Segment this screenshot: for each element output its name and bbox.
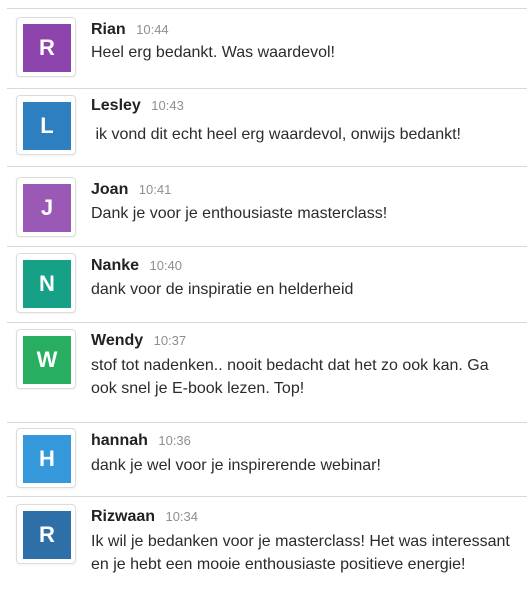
chat-message: J Joan 10:41 Dank je voor je enthousiast… — [0, 166, 531, 246]
message-time: 10:36 — [158, 433, 191, 448]
avatar: H — [16, 428, 76, 488]
message-time: 10:34 — [165, 509, 199, 524]
chat-message-list: R Rian 10:44 Heel erg bedankt. Was waard… — [0, 0, 531, 611]
message-divider — [7, 88, 527, 89]
message-divider — [7, 322, 527, 323]
chat-message: N Nanke 10:40 dank voor de inspiratie en… — [0, 246, 531, 322]
sender-name: Wendy — [91, 332, 144, 349]
avatar: L — [16, 95, 76, 155]
avatar: W — [16, 329, 76, 389]
sender-name: Lesley — [91, 97, 141, 114]
message-header: Nanke 10:40 — [91, 257, 182, 277]
chat-message: H hannah 10:36 dank je wel voor je inspi… — [0, 422, 531, 496]
message-header: hannah 10:36 — [91, 432, 191, 452]
message-time: 10:37 — [153, 333, 187, 348]
sender-name: Nanke — [91, 257, 140, 274]
avatar: N — [16, 253, 76, 313]
avatar-initial: J — [23, 184, 71, 232]
chat-message: L Lesley 10:43 ik vond dit echt heel erg… — [0, 88, 531, 166]
chat-message: R Rizwaan 10:34 Ik wil je bedanken voor … — [0, 496, 531, 611]
message-header: Rizwaan 10:34 — [91, 508, 198, 528]
message-time: 10:41 — [138, 182, 172, 197]
sender-name: Joan — [91, 181, 129, 198]
avatar-initial: R — [23, 24, 71, 72]
message-divider — [7, 8, 527, 9]
message-divider — [7, 422, 527, 423]
sender-name: hannah — [91, 432, 148, 449]
message-text: ik vond dit echt heel erg waardevol, onw… — [91, 126, 461, 143]
avatar: J — [16, 177, 76, 237]
avatar-initial: L — [23, 102, 71, 150]
avatar-initial: N — [23, 260, 71, 308]
avatar-initial: H — [23, 435, 71, 483]
message-divider — [7, 166, 527, 167]
message-time: 10:40 — [149, 258, 183, 273]
chat-message: W Wendy 10:37 stof tot nadenken.. nooit … — [0, 322, 531, 422]
avatar-initial: W — [23, 336, 71, 384]
message-divider — [7, 496, 527, 497]
message-text: dank voor de inspiratie en helderheid — [91, 281, 354, 298]
message-time: 10:44 — [136, 22, 169, 37]
message-text: dank je wel voor je inspirerende webinar… — [91, 457, 381, 474]
message-header: Lesley 10:43 — [91, 97, 184, 117]
message-time: 10:43 — [151, 98, 184, 113]
message-text: Ik wil je bedanken voor je masterclass! … — [91, 533, 510, 573]
message-header: Rian 10:44 — [91, 21, 169, 41]
message-text: Heel erg bedankt. Was waardevol! — [91, 44, 335, 61]
sender-name: Rizwaan — [91, 508, 156, 525]
message-text: Dank je voor je enthousiaste masterclass… — [91, 205, 388, 222]
message-header: Joan 10:41 — [91, 181, 171, 201]
sender-name: Rian — [91, 21, 126, 38]
message-divider — [7, 246, 527, 247]
avatar-initial: R — [23, 511, 71, 559]
message-header: Wendy 10:37 — [91, 332, 186, 352]
chat-message: R Rian 10:44 Heel erg bedankt. Was waard… — [0, 0, 531, 88]
message-text: stof tot nadenken.. nooit bedacht dat he… — [91, 357, 489, 397]
avatar: R — [16, 504, 76, 564]
avatar: R — [16, 17, 76, 77]
